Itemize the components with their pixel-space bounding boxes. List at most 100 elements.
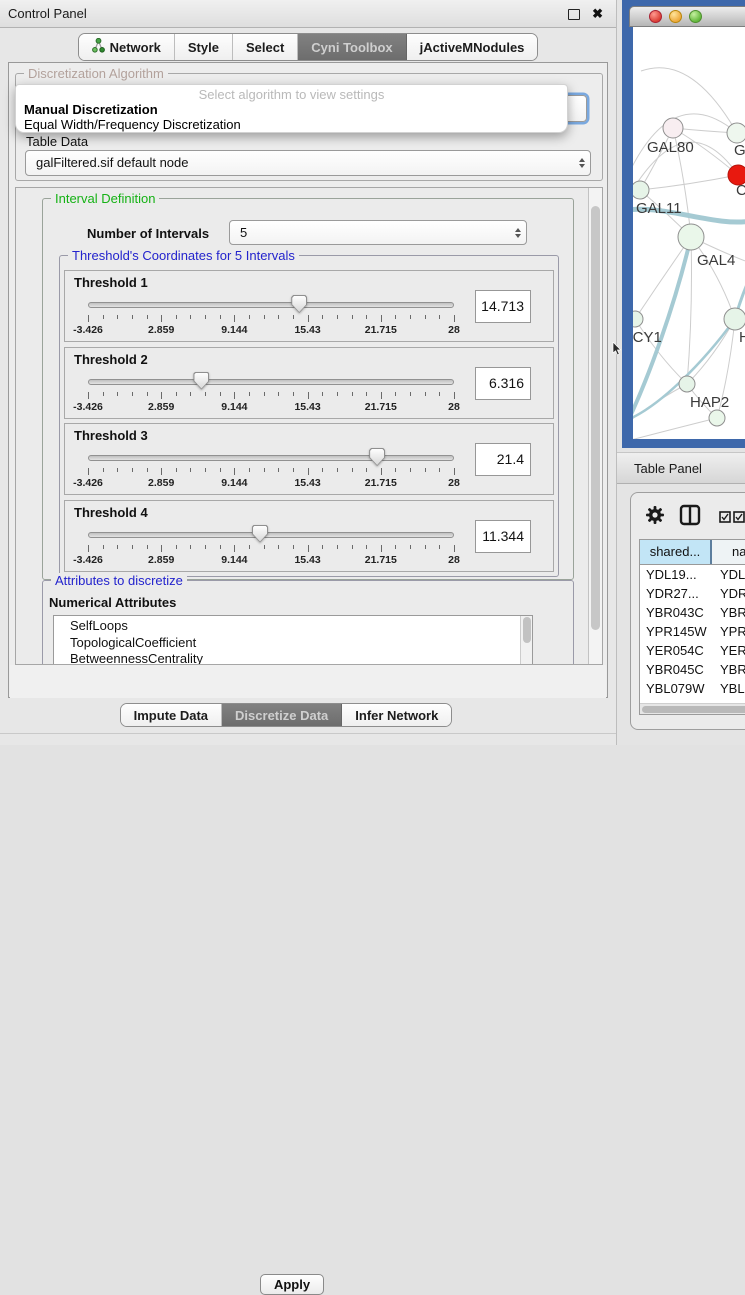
traffic-light-zoom-icon[interactable] bbox=[689, 10, 702, 23]
threshold-slider-handle[interactable] bbox=[252, 525, 268, 543]
right-panel: GAL80GACGAL11GAL4GCY1HHAP2 Table Panel bbox=[617, 0, 745, 745]
dropdown-option[interactable]: Equal Width/Frequency Discretization bbox=[16, 117, 567, 132]
apply-band: Apply bbox=[10, 665, 606, 698]
tab-infer-network[interactable]: Infer Network bbox=[342, 704, 451, 726]
network-edge[interactable] bbox=[640, 175, 738, 190]
panel-scrollbar-thumb[interactable] bbox=[591, 206, 600, 630]
traffic-light-close-icon[interactable] bbox=[649, 10, 662, 23]
threshold-panel: Threshold 3-3.4262.8599.14415.4321.71528… bbox=[64, 423, 554, 495]
threshold-slider-track[interactable] bbox=[88, 532, 454, 538]
column-header[interactable]: na bbox=[712, 540, 745, 564]
tick-mark bbox=[132, 468, 133, 472]
network-node-top-right-node[interactable] bbox=[727, 123, 745, 143]
network-window-titlebar[interactable] bbox=[629, 6, 745, 27]
horizontal-scrollbar-thumb[interactable] bbox=[642, 706, 745, 713]
traffic-light-minimize-icon[interactable] bbox=[669, 10, 682, 23]
threshold-value-field[interactable]: 11.344 bbox=[475, 520, 531, 553]
threshold-value-field[interactable]: 21.4 bbox=[475, 443, 531, 476]
apply-button[interactable]: Apply bbox=[260, 1274, 324, 1295]
tick-mark bbox=[234, 392, 235, 399]
table-row[interactable]: YER054CYER0 bbox=[640, 641, 745, 660]
table-row[interactable]: YDR27...YDR2 bbox=[640, 584, 745, 603]
table-cell: YBR045C bbox=[640, 660, 712, 679]
threshold-value-field[interactable]: 14.713 bbox=[475, 290, 531, 323]
table-row[interactable]: YBR045CYBR0 bbox=[640, 660, 745, 679]
network-node-GAL4[interactable] bbox=[678, 224, 704, 250]
number-of-intervals-combobox[interactable]: 5 bbox=[229, 220, 527, 245]
network-edge[interactable] bbox=[633, 418, 717, 439]
tick-label: 15.43 bbox=[294, 477, 320, 489]
tab-style[interactable]: Style bbox=[175, 34, 233, 60]
threshold-value-field[interactable]: 6.316 bbox=[475, 367, 531, 400]
network-node-label: GA bbox=[734, 142, 745, 159]
network-node-HAP2[interactable] bbox=[679, 376, 695, 392]
network-canvas[interactable]: GAL80GACGAL11GAL4GCY1HHAP2 bbox=[633, 27, 745, 439]
tick-mark bbox=[381, 315, 382, 322]
tab-jactivemnodules[interactable]: jActiveMNodules bbox=[407, 34, 538, 60]
network-edge[interactable] bbox=[687, 237, 692, 384]
screen: Control Panel ✖ Network StyleSelectCyni T… bbox=[0, 0, 745, 745]
node-attribute-table[interactable]: shared...naYDL19...YDL1YDR27...YDR2YBR04… bbox=[639, 539, 745, 715]
close-icon[interactable]: ✖ bbox=[592, 0, 603, 27]
attributes-group: Attributes to discretize Numerical Attri… bbox=[42, 580, 574, 665]
tick-mark bbox=[366, 315, 367, 319]
checkbox-icon[interactable] bbox=[719, 510, 731, 528]
threshold-slider-handle[interactable] bbox=[369, 448, 385, 466]
tab-network[interactable]: Network bbox=[79, 34, 175, 60]
tab-discretize-data[interactable]: Discretize Data bbox=[222, 704, 342, 726]
threshold-slider-track[interactable] bbox=[88, 455, 454, 461]
tick-mark bbox=[234, 468, 235, 475]
list-item[interactable]: TopologicalCoefficient bbox=[54, 635, 532, 652]
tick-mark bbox=[410, 315, 411, 319]
threshold-label: Threshold 1 bbox=[74, 275, 148, 290]
tab-label: Infer Network bbox=[355, 708, 438, 723]
tab-impute-data[interactable]: Impute Data bbox=[121, 704, 222, 726]
list-item[interactable]: BetweennessCentrality bbox=[54, 651, 532, 665]
tick-mark bbox=[249, 392, 250, 396]
table-row[interactable]: YPR145WYPR1 bbox=[640, 622, 745, 641]
network-node-H-node[interactable] bbox=[724, 308, 745, 330]
panel-scrollbar[interactable] bbox=[588, 188, 602, 664]
tick-mark bbox=[395, 392, 396, 396]
list-scrollbar-thumb[interactable] bbox=[523, 617, 531, 643]
slider-tick-labels: -3.4262.8599.14415.4321.71528 bbox=[88, 477, 454, 490]
threshold-slider-handle[interactable] bbox=[291, 295, 307, 313]
table-row[interactable]: YDL19...YDL1 bbox=[640, 565, 745, 584]
tab-cyni-toolbox[interactable]: Cyni Toolbox bbox=[298, 34, 406, 60]
network-node-label: GAL80 bbox=[647, 139, 694, 156]
tick-mark bbox=[337, 468, 338, 472]
tick-mark bbox=[278, 468, 279, 472]
float-icon[interactable] bbox=[568, 9, 580, 20]
table-cell: YDL1 bbox=[712, 565, 745, 584]
table-data-combobox[interactable]: galFiltered.sif default node bbox=[25, 150, 591, 176]
network-edge[interactable] bbox=[691, 237, 735, 319]
threshold-slider-track[interactable] bbox=[88, 302, 454, 308]
checkbox-icon[interactable] bbox=[733, 510, 745, 528]
gear-icon[interactable] bbox=[645, 505, 665, 530]
tick-label: 21.715 bbox=[365, 477, 397, 489]
list-scrollbar[interactable] bbox=[520, 616, 532, 665]
network-node-GAL11[interactable] bbox=[633, 181, 649, 199]
list-item[interactable]: SelfLoops bbox=[54, 618, 532, 635]
tick-label: 28 bbox=[448, 324, 460, 336]
network-node-GCY1[interactable] bbox=[633, 311, 643, 327]
control-panel-titlebar: Control Panel ✖ bbox=[0, 0, 616, 28]
network-node-GAL80[interactable] bbox=[663, 118, 683, 138]
table-row[interactable]: YBL079WYBL0 bbox=[640, 679, 745, 698]
column-header[interactable]: shared... bbox=[640, 540, 712, 564]
numerical-attributes-list[interactable]: SelfLoopsTopologicalCoefficientBetweenne… bbox=[53, 615, 533, 665]
slider-ticks bbox=[88, 468, 454, 476]
tick-mark bbox=[454, 315, 455, 322]
network-node-bottom-node[interactable] bbox=[709, 410, 725, 426]
tick-mark bbox=[425, 545, 426, 549]
threshold-slider-track[interactable] bbox=[88, 379, 454, 385]
dropdown-option[interactable]: Manual Discretization bbox=[16, 102, 567, 117]
table-row[interactable]: YBR043CYBR0 bbox=[640, 603, 745, 622]
tab-label: Network bbox=[110, 40, 161, 55]
tick-mark bbox=[278, 545, 279, 549]
columns-icon[interactable] bbox=[679, 504, 701, 531]
horizontal-scrollbar[interactable] bbox=[640, 703, 745, 714]
threshold-slider-handle[interactable] bbox=[193, 372, 209, 390]
network-edge[interactable] bbox=[635, 237, 691, 319]
tab-select[interactable]: Select bbox=[233, 34, 298, 60]
